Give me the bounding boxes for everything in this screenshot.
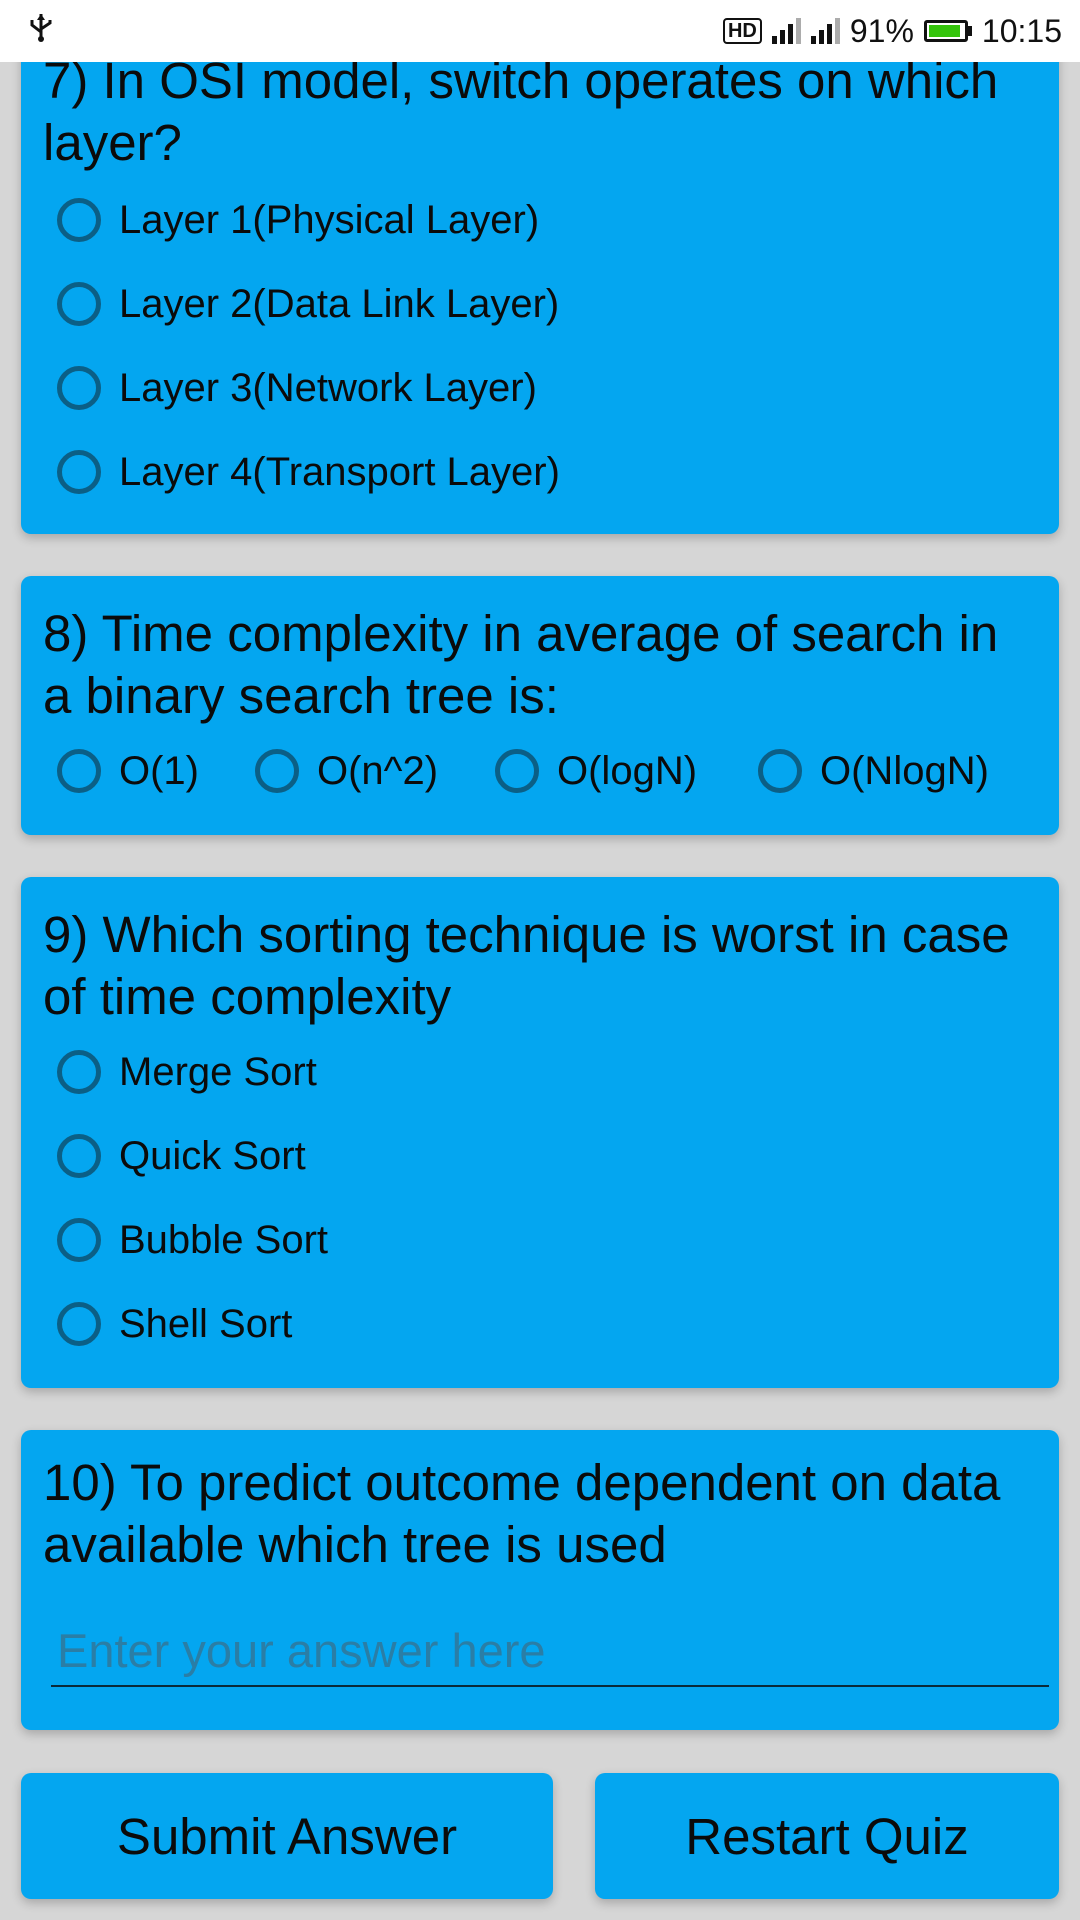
battery-icon	[923, 20, 972, 42]
battery-percent: 91%	[849, 12, 914, 49]
status-bar: HD 91% 10:15	[0, 0, 1080, 62]
radio-button[interactable]	[57, 1302, 101, 1346]
question-card-10: 10) To predict outcome dependent on data…	[21, 1430, 1059, 1730]
radio-option[interactable]: Layer 3(Network Layer)	[57, 353, 537, 423]
radio-option[interactable]: Bubble Sort	[57, 1205, 328, 1275]
question-card-8: 8) Time complexity in average of search …	[21, 576, 1059, 835]
option-label: Layer 3(Network Layer)	[119, 365, 537, 410]
answer-input[interactable]	[51, 1615, 1049, 1687]
option-label: Layer 1(Physical Layer)	[119, 197, 540, 242]
radio-option[interactable]: Merge Sort	[57, 1037, 317, 1107]
option-label: Merge Sort	[119, 1049, 317, 1094]
radio-option[interactable]: Quick Sort	[57, 1121, 306, 1191]
question-text: 8) Time complexity in average of search …	[43, 605, 999, 724]
radio-option[interactable]: O(1)	[57, 736, 199, 806]
submit-answer-button[interactable]: Submit Answer	[21, 1773, 553, 1899]
hd-voice-icon: HD	[722, 18, 762, 44]
radio-button[interactable]	[57, 1134, 101, 1178]
option-label: O(1)	[119, 748, 199, 793]
question-card-9: 9) Which sorting technique is worst in c…	[21, 877, 1059, 1388]
radio-button[interactable]	[57, 450, 101, 494]
radio-option[interactable]: Layer 1(Physical Layer)	[57, 185, 539, 255]
option-label: O(n^2)	[317, 748, 439, 793]
question-card-7: 7) In OSI model, switch operates on whic…	[21, 20, 1059, 534]
option-label: Bubble Sort	[119, 1217, 329, 1262]
radio-button[interactable]	[57, 1218, 101, 1262]
signal-sim1-icon	[771, 18, 801, 44]
radio-option[interactable]: Layer 4(Transport Layer)	[57, 437, 560, 507]
radio-option[interactable]: O(NlogN)	[758, 736, 989, 806]
radio-option[interactable]: Shell Sort	[57, 1289, 292, 1359]
radio-option[interactable]: Layer 2(Data Link Layer)	[57, 269, 559, 339]
option-label: Layer 2(Data Link Layer)	[119, 281, 560, 326]
usb-icon	[28, 12, 54, 50]
radio-option[interactable]: O(n^2)	[255, 736, 438, 806]
option-label: Layer 4(Transport Layer)	[119, 449, 560, 494]
radio-button[interactable]	[255, 749, 299, 793]
option-label: O(NlogN)	[820, 748, 989, 793]
option-label: Quick Sort	[119, 1133, 306, 1178]
radio-option[interactable]: O(logN)	[495, 736, 697, 806]
radio-button[interactable]	[57, 282, 101, 326]
option-label: Shell Sort	[119, 1301, 293, 1346]
radio-button[interactable]	[57, 1050, 101, 1094]
radio-button[interactable]	[57, 198, 101, 242]
radio-button[interactable]	[758, 749, 802, 793]
question-text: 9) Which sorting technique is worst in c…	[43, 906, 1010, 1025]
restart-quiz-button[interactable]: Restart Quiz	[595, 1773, 1059, 1899]
question-text: 10) To predict outcome dependent on data…	[43, 1454, 1001, 1573]
radio-button[interactable]	[57, 749, 101, 793]
clock: 10:15	[981, 12, 1062, 49]
option-label: O(logN)	[557, 748, 698, 793]
signal-sim2-icon	[810, 18, 840, 44]
radio-button[interactable]	[57, 366, 101, 410]
radio-button[interactable]	[495, 749, 539, 793]
question-text: 7) In OSI model, switch operates on whic…	[43, 52, 999, 171]
